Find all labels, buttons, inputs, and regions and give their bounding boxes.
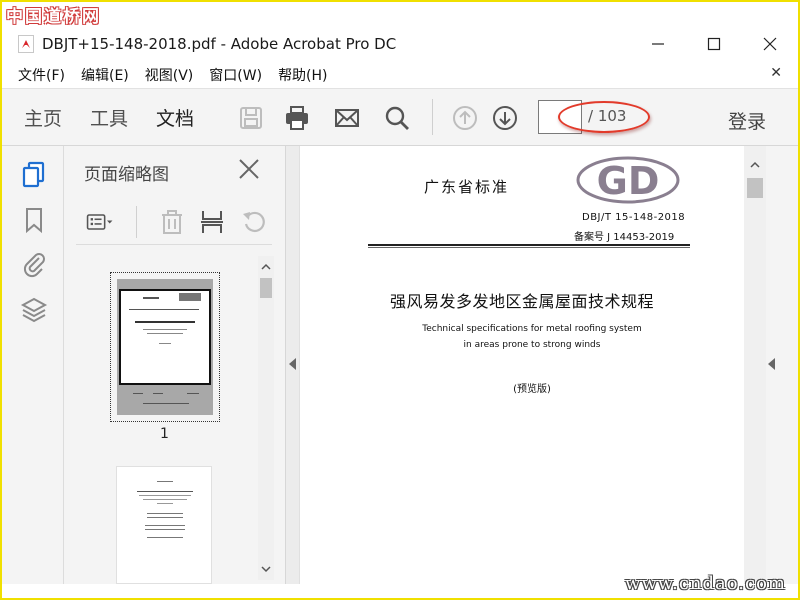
page-thumbnail-1[interactable] (110, 272, 220, 422)
title-bar: DBJT+15-148-2018.pdf - Adobe Acrobat Pro… (2, 26, 798, 62)
gd-logo: GD (576, 156, 680, 204)
thumbnail-options-icon[interactable] (86, 208, 114, 236)
save-icon[interactable] (236, 103, 266, 133)
menu-edit[interactable]: 编辑(E) (81, 65, 129, 85)
left-navigation-rail (2, 146, 64, 584)
maximize-icon (707, 37, 721, 51)
document-scrollbar[interactable] (744, 146, 766, 584)
doc-preview-label: (预览版) (513, 384, 551, 395)
doc-header: 广东省标准 (424, 178, 510, 196)
collapse-left-icon (289, 358, 296, 370)
page-thumbnails-icon[interactable] (20, 160, 48, 188)
gd-logo-text: GD (597, 159, 660, 203)
scroll-down-icon[interactable] (261, 564, 271, 574)
doc-divider-thin (368, 247, 690, 248)
menu-bar: 文件(F) 编辑(E) 视图(V) 窗口(W) 帮助(H) ✕ (2, 62, 798, 88)
layers-icon[interactable] (20, 296, 48, 324)
collapse-right-pane-handle[interactable] (766, 146, 798, 584)
page-thumbnail-2[interactable] (116, 466, 212, 584)
collapse-left-pane-handle[interactable] (286, 146, 300, 584)
menu-help[interactable]: 帮助(H) (278, 65, 327, 85)
panel-close-icon[interactable] (238, 158, 260, 180)
next-page-icon[interactable] (490, 103, 520, 133)
close-icon (763, 37, 777, 51)
highlight-ellipse-annotation (558, 101, 650, 133)
window-controls (630, 26, 798, 62)
search-icon[interactable] (382, 103, 412, 133)
panel-divider (76, 244, 272, 245)
thumbnail-1-page (119, 289, 211, 385)
watermark-bottom: www.cndao.com (625, 573, 786, 594)
toolbar-separator (432, 99, 433, 135)
doc-title-en-line2: in areas prone to strong winds (463, 340, 601, 350)
attachment-icon[interactable] (20, 250, 48, 278)
insert-page-icon[interactable] (198, 208, 226, 236)
pdf-file-icon (18, 35, 34, 53)
delete-page-icon[interactable] (158, 208, 186, 236)
thumbnails-scroll-thumb[interactable] (260, 278, 272, 298)
doc-scroll-up-icon[interactable] (750, 160, 760, 170)
thumbnails-panel: 页面缩略图 1 (64, 146, 286, 584)
panel-toolbar (64, 202, 286, 242)
email-icon[interactable] (332, 103, 362, 133)
document-scroll-thumb[interactable] (747, 178, 763, 198)
record-number: 备案号 J 14453-2019 (574, 232, 675, 243)
doc-title-cn: 强风易发多发地区金属屋面技术规程 (389, 292, 654, 311)
window-title: DBJT+15-148-2018.pdf - Adobe Acrobat Pro… (42, 35, 397, 53)
tab-tools[interactable]: 工具 (90, 88, 128, 146)
maximize-button[interactable] (686, 26, 742, 62)
doc-title-en-line1: Technical specifications for metal roofi… (422, 324, 642, 334)
rotate-page-icon[interactable] (240, 208, 268, 236)
tab-home[interactable]: 主页 (24, 88, 62, 146)
watermark-top: 中国道桥网 (6, 7, 101, 27)
menu-file[interactable]: 文件(F) (18, 65, 65, 85)
scroll-up-icon[interactable] (261, 262, 271, 272)
thumbnail-1-label: 1 (160, 426, 169, 442)
minimize-button[interactable] (630, 26, 686, 62)
menu-window[interactable]: 窗口(W) (209, 65, 262, 85)
panel-toolbar-separator (136, 206, 137, 238)
standard-number: DBJ/T 15-148-2018 (582, 212, 686, 223)
minimize-icon (652, 43, 664, 45)
thumbnail-1-image (117, 279, 213, 415)
close-document-icon[interactable]: ✕ (770, 65, 782, 81)
doc-divider (368, 244, 690, 246)
menu-view[interactable]: 视图(V) (145, 65, 194, 85)
login-link[interactable]: 登录 (728, 107, 766, 134)
main-toolbar: 主页 工具 文档 / 103 登录 (2, 88, 798, 146)
close-button[interactable] (742, 26, 798, 62)
previous-page-icon[interactable] (450, 103, 480, 133)
bookmark-icon[interactable] (20, 206, 48, 234)
panel-title: 页面缩略图 (84, 165, 169, 185)
print-icon[interactable] (282, 103, 312, 133)
collapse-right-icon (768, 358, 775, 370)
document-viewport[interactable]: 广东省标准 GD DBJ/T 15-148-2018 备案号 J 14453-2… (300, 146, 744, 584)
thumbnails-scrollbar[interactable] (258, 256, 274, 580)
tab-document[interactable]: 文档 (156, 88, 194, 146)
